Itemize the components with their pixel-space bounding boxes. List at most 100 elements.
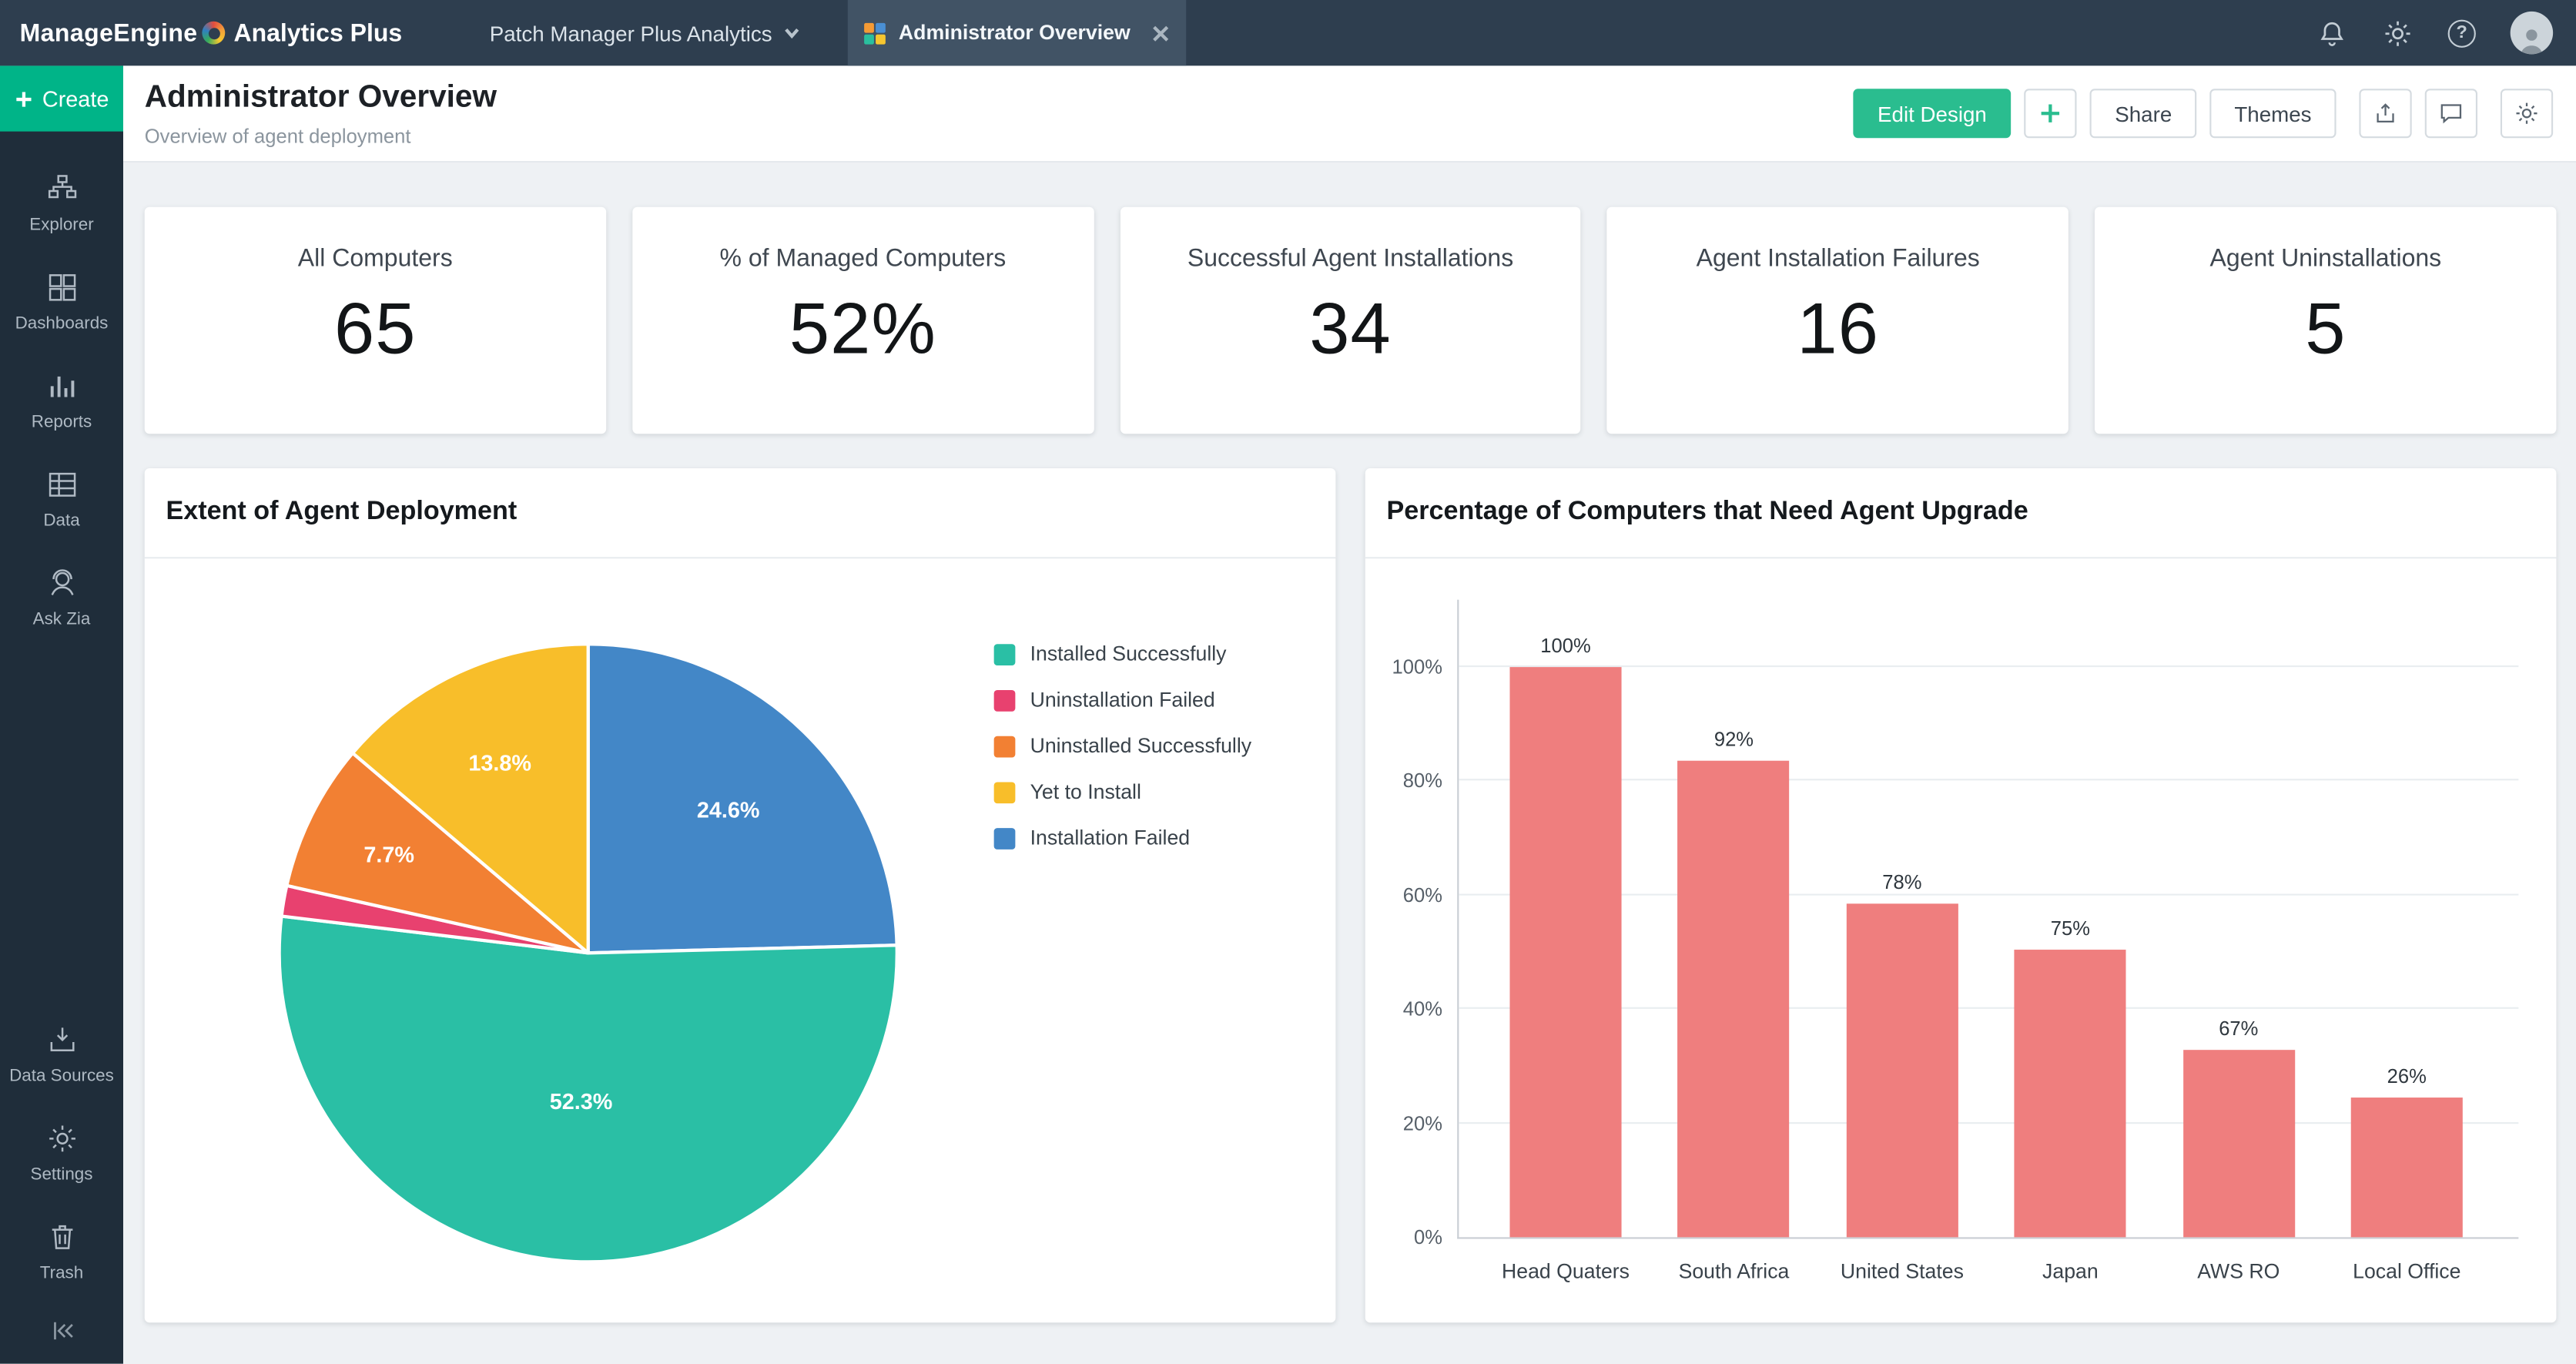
y-axis-tick: 20% — [1365, 1111, 1442, 1134]
kpi-title: Successful Agent Installations — [1188, 245, 1513, 273]
themes-button[interactable]: Themes — [2209, 89, 2336, 138]
bar-value-label: 100% — [1516, 634, 1615, 657]
zia-icon — [45, 567, 79, 600]
avatar[interactable] — [2511, 12, 2553, 54]
sidebar-spacer — [0, 648, 123, 1006]
bar-panel-body: 0%20%40%60%80%100%100%Head Quaters92%Sou… — [1365, 558, 2557, 1322]
bar-value-label: 26% — [2357, 1064, 2456, 1088]
trash-icon — [45, 1221, 79, 1254]
pie-slice-label: 7.7% — [363, 843, 414, 867]
sidebar-item-ask-zia[interactable]: Ask Zia — [0, 549, 123, 648]
kpi-title: All Computers — [298, 245, 453, 273]
help-icon[interactable] — [2448, 19, 2476, 47]
sidebar-item-label: Ask Zia — [33, 609, 91, 629]
sidebar-item-dashboards[interactable]: Dashboards — [0, 253, 123, 352]
sidebar-item-data-sources[interactable]: Data Sources — [0, 1006, 123, 1104]
bar-panel: Percentage of Computers that Need Agent … — [1365, 468, 2557, 1323]
x-axis-label: South Africa — [1643, 1260, 1824, 1283]
bar-united-states[interactable] — [1846, 903, 1958, 1237]
chevron-down-icon — [784, 25, 800, 41]
bar-japan[interactable] — [2015, 950, 2126, 1238]
workspace-dropdown[interactable]: Patch Manager Plus Analytics — [490, 0, 800, 65]
sidebar-item-trash[interactable]: Trash — [0, 1203, 123, 1302]
bar-value-label: 67% — [2189, 1016, 2288, 1039]
export-icon — [2372, 100, 2398, 126]
x-axis-label: United States — [1812, 1260, 1993, 1283]
y-axis-tick: 40% — [1365, 997, 1442, 1020]
legend-item-uninstalled-successfully[interactable]: Uninstalled Successfully — [994, 723, 1251, 769]
share-button[interactable]: Share — [2090, 89, 2196, 138]
kpi-value: 52% — [789, 289, 936, 371]
pie-slice-installed-successfully[interactable] — [280, 917, 897, 1262]
sidebar-nav-top: Explorer Dashboards Reports Data Ask Zia — [0, 155, 123, 648]
sidebar-item-label: Settings — [30, 1165, 92, 1185]
create-button-label: Create — [42, 86, 109, 111]
plus-icon — [2039, 102, 2062, 125]
page-title: Administrator Overview — [145, 81, 497, 117]
kpi-title: Agent Uninstallations — [2210, 245, 2442, 273]
sidebar-item-data[interactable]: Data — [0, 451, 123, 549]
bar-south-africa[interactable] — [1678, 761, 1790, 1237]
collapse-sidebar-button[interactable] — [0, 1302, 123, 1361]
plus-icon — [15, 89, 32, 107]
dashboard-tab-icon — [864, 22, 886, 44]
pie-slice-label: 52.3% — [550, 1090, 613, 1114]
tab-administrator-overview[interactable]: Administrator Overview — [848, 0, 1186, 65]
sidebar-item-label: Trash — [40, 1264, 83, 1284]
legend-swatch — [994, 689, 1016, 711]
chart-panels: Extent of Agent Deployment 24.6%52.3%7.7… — [145, 468, 2557, 1323]
legend-item-yet-to-install[interactable]: Yet to Install — [994, 769, 1251, 815]
x-axis-label: Head Quaters — [1476, 1260, 1656, 1283]
collapse-left-icon — [47, 1316, 76, 1346]
bar-panel-title: Percentage of Computers that Need Agent … — [1365, 468, 2557, 558]
kpi-card-successful-installations: Successful Agent Installations 34 — [1120, 207, 1581, 434]
export-button[interactable] — [2359, 89, 2411, 138]
gear-icon[interactable] — [2382, 17, 2414, 49]
legend-swatch — [994, 827, 1016, 849]
legend-item-uninstallation-failed[interactable]: Uninstallation Failed — [994, 677, 1251, 723]
page-subtitle: Overview of agent deployment — [145, 125, 411, 148]
kpi-title: % of Managed Computers — [720, 245, 1007, 273]
y-axis-tick: 100% — [1365, 655, 1442, 679]
bar-plot: 0%20%40%60%80%100%100%Head Quaters92%Sou… — [1457, 600, 2518, 1239]
bell-icon[interactable] — [2316, 17, 2348, 49]
x-axis-label: AWS RO — [2148, 1260, 2329, 1283]
kpi-title: Agent Installation Failures — [1697, 245, 1980, 273]
legend-item-installation-failed[interactable]: Installation Failed — [994, 815, 1251, 861]
sidebar-item-settings[interactable]: Settings — [0, 1104, 123, 1203]
tab-label: Administrator Overview — [899, 22, 1138, 45]
kpi-card-installation-failures: Agent Installation Failures 16 — [1607, 207, 2069, 434]
topbar: ManageEngine Analytics Plus Patch Manage… — [0, 0, 2576, 65]
close-icon[interactable] — [1151, 24, 1169, 42]
explorer-icon — [45, 173, 79, 206]
sidebar-nav-bottom: Data Sources Settings Trash — [0, 1006, 123, 1302]
header-actions: Edit Design Share Themes — [1853, 89, 2553, 138]
y-axis-tick: 60% — [1365, 883, 1442, 907]
comments-button[interactable] — [2425, 89, 2477, 138]
kpi-card-all-computers: All Computers 65 — [145, 207, 606, 434]
legend-item-installed-successfully[interactable]: Installed Successfully — [994, 631, 1251, 677]
kpi-value: 34 — [1309, 289, 1392, 371]
edit-design-button[interactable]: Edit Design — [1853, 89, 2012, 138]
x-axis-label: Japan — [1980, 1260, 2161, 1283]
kpi-value: 16 — [1797, 289, 1879, 371]
sidebar-item-reports[interactable]: Reports — [0, 352, 123, 451]
bar-head-quaters[interactable] — [1510, 667, 1622, 1237]
app: ManageEngine Analytics Plus Patch Manage… — [0, 0, 2576, 1364]
sidebar-item-label: Dashboards — [15, 313, 109, 333]
pie-panel-body: 24.6%52.3%7.7%13.8% Installed Successful… — [145, 558, 1336, 1322]
dashboard-settings-button[interactable] — [2501, 89, 2553, 138]
legend-label: Yet to Install — [1030, 780, 1141, 803]
sidebar-item-label: Data Sources — [9, 1067, 114, 1087]
reports-icon — [45, 370, 79, 403]
add-widget-button[interactable] — [2025, 89, 2077, 138]
sidebar-item-label: Reports — [32, 412, 92, 432]
workspace-dropdown-label: Patch Manager Plus Analytics — [490, 21, 772, 45]
bar-local-office[interactable] — [2351, 1098, 2463, 1237]
sidebar-item-explorer[interactable]: Explorer — [0, 155, 123, 253]
bar-aws-ro[interactable] — [2182, 1049, 2294, 1237]
bar-value-label: 92% — [1684, 729, 1783, 752]
kpi-value: 65 — [334, 289, 417, 371]
create-button[interactable]: Create — [0, 65, 123, 131]
kpi-row: All Computers 65 % of Managed Computers … — [145, 207, 2557, 434]
